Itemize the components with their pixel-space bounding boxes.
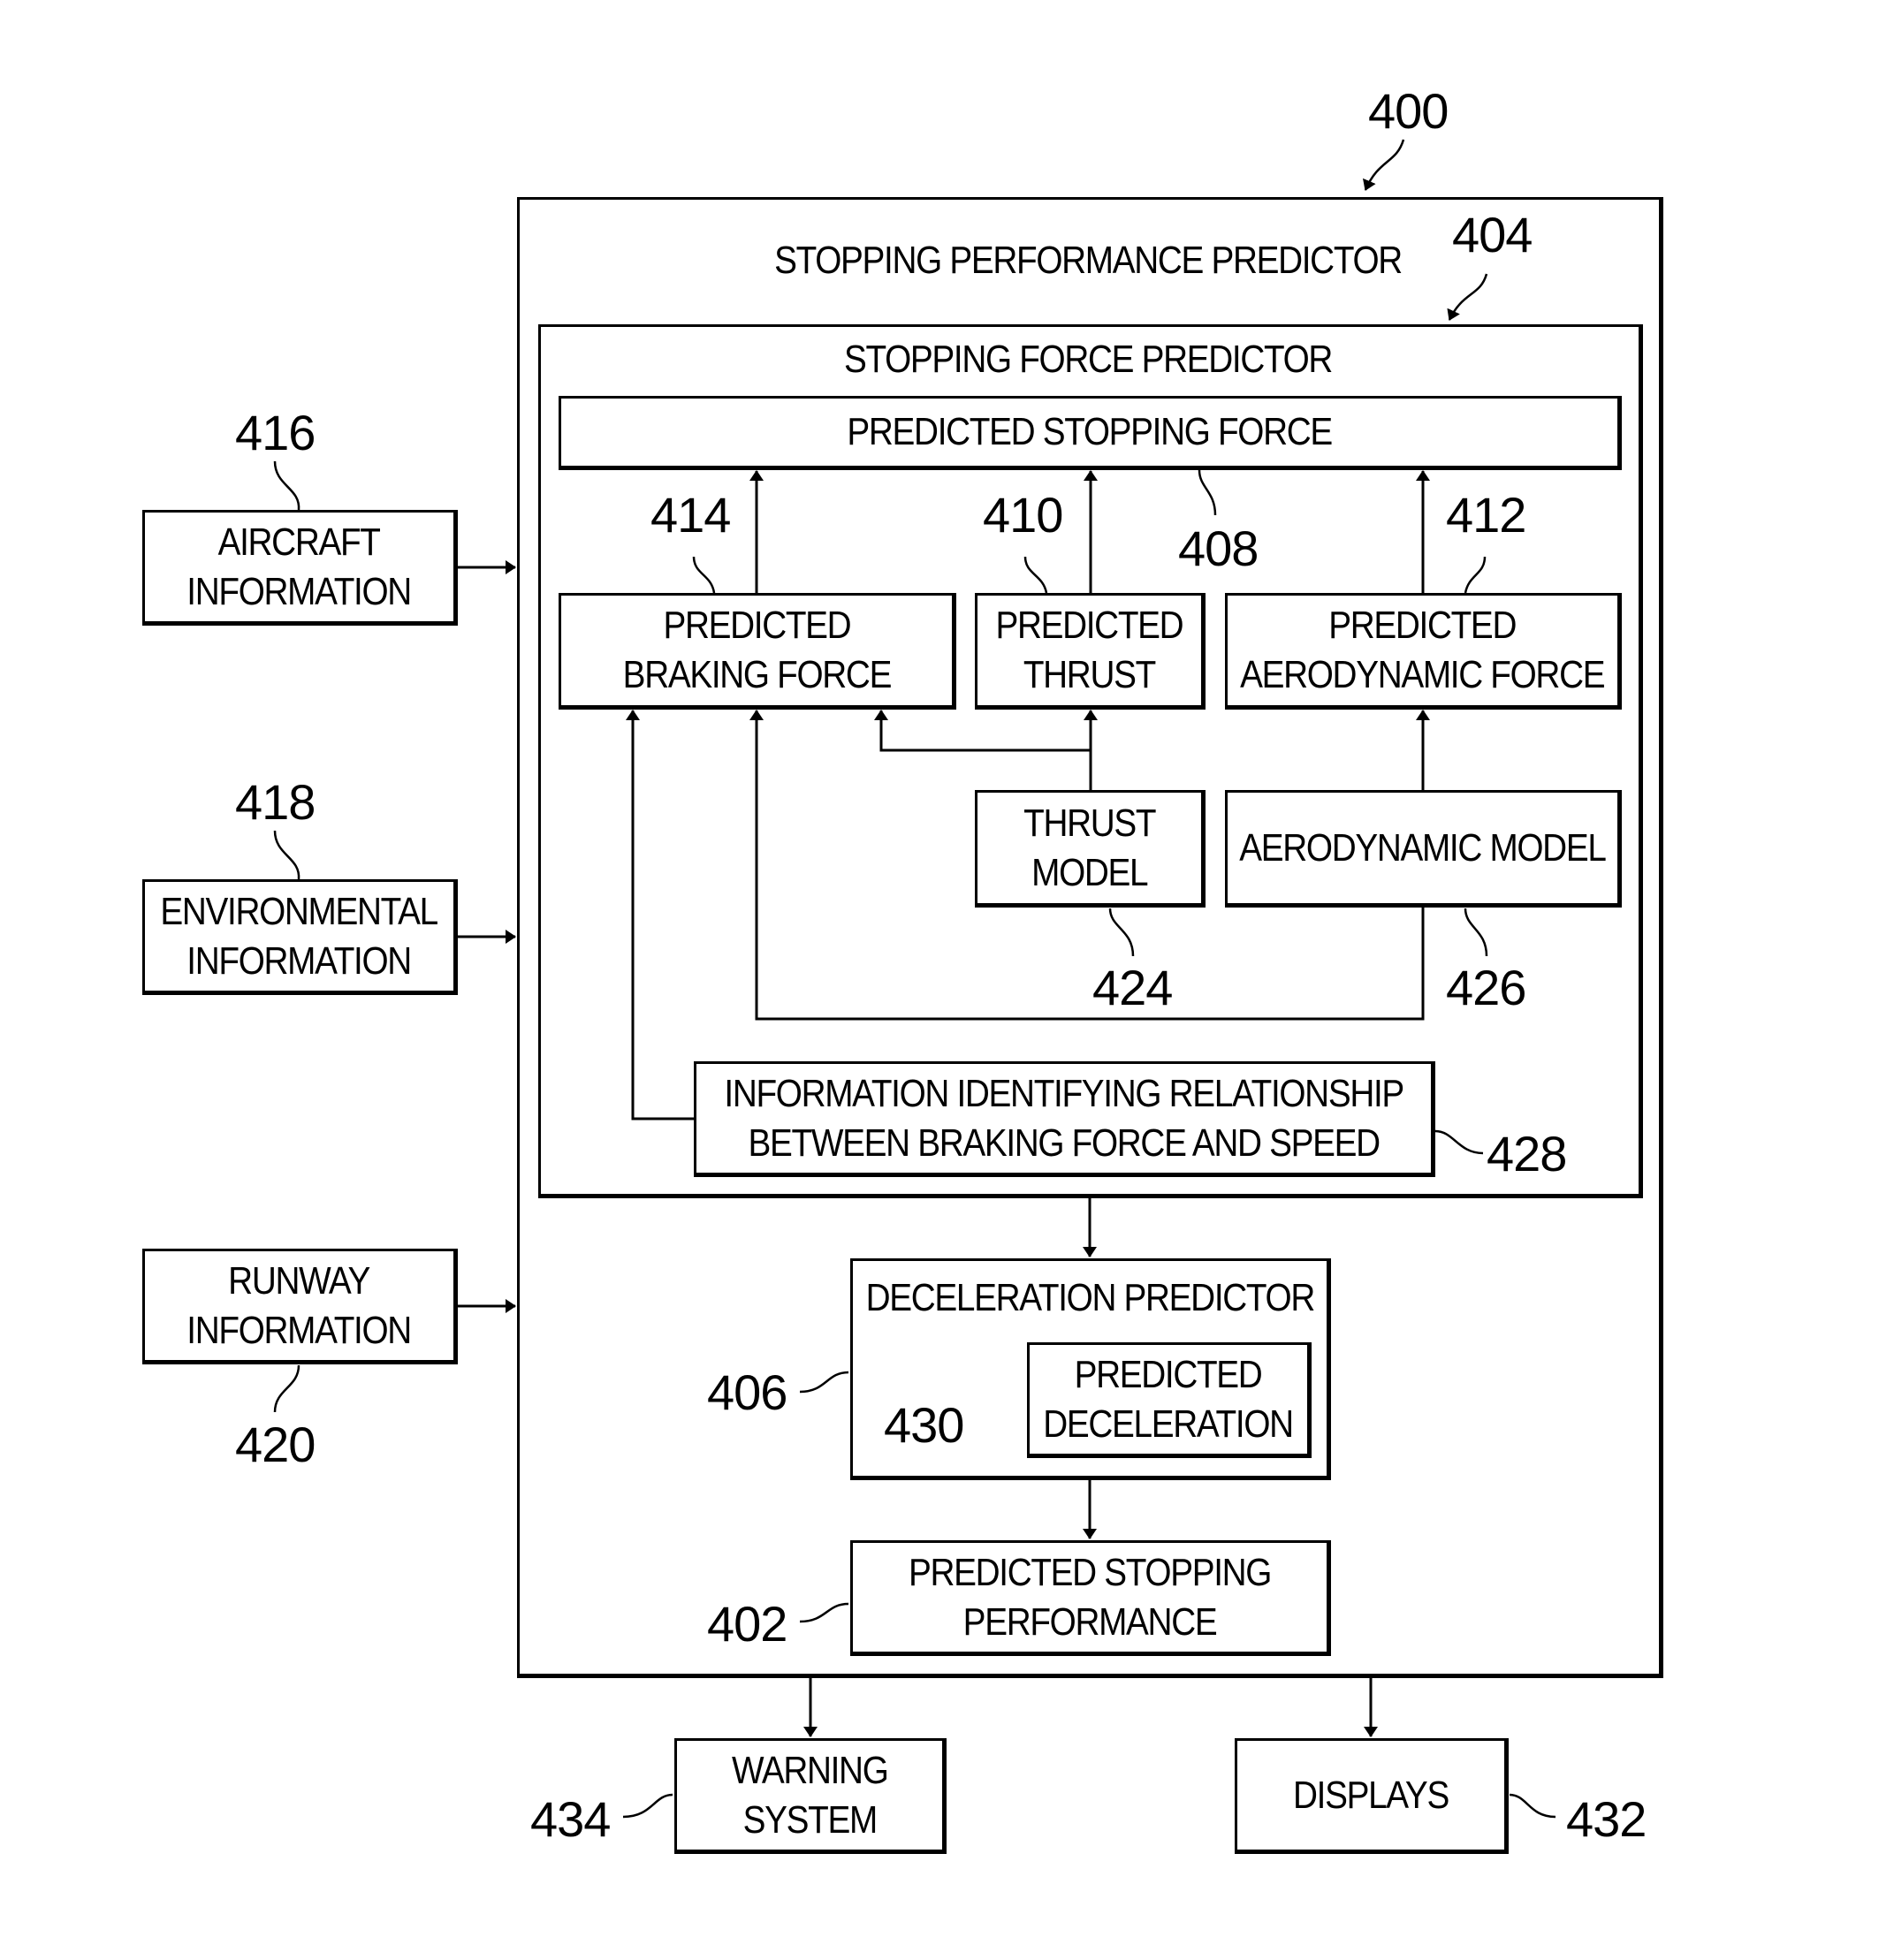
box-line: DECELERATION PREDICTOR — [865, 1276, 1315, 1319]
box-line: INFORMATION — [186, 569, 413, 613]
leader-420 — [273, 1364, 300, 1413]
predicted-stopping-performance-box[interactable]: PREDICTED STOPPING PERFORMANCE — [850, 1540, 1331, 1656]
box-line: AERODYNAMIC MODEL — [1239, 825, 1607, 870]
ref-400: 400 — [1368, 83, 1449, 139]
box-line: PREDICTED — [1075, 1352, 1263, 1396]
box-line: DISPLAYS — [1293, 1773, 1449, 1817]
box-line: WARNING — [731, 1748, 889, 1792]
ref-410: 410 — [983, 487, 1063, 543]
box-line: MODEL — [1031, 850, 1148, 894]
leader-418 — [273, 830, 300, 880]
leader-400 — [1362, 139, 1405, 191]
ref-408: 408 — [1178, 520, 1259, 576]
box-line: ENVIRONMENTAL — [160, 889, 439, 933]
thrust-model-box[interactable]: THRUST MODEL — [975, 790, 1206, 908]
box-line: SYSTEM — [742, 1797, 878, 1842]
box-line: PREDICTED STOPPING — [908, 1550, 1272, 1594]
box-line: AIRCRAFT — [217, 520, 381, 564]
leader-432 — [1509, 1793, 1556, 1819]
ref-432: 432 — [1566, 1791, 1647, 1847]
box-line: INFORMATION — [186, 1308, 413, 1352]
box-line: INFORMATION — [186, 938, 413, 983]
ref-428: 428 — [1487, 1126, 1567, 1181]
ref-402: 402 — [707, 1596, 787, 1652]
leader-416 — [273, 460, 300, 511]
ref-420: 420 — [235, 1417, 316, 1472]
box-line: PREDICTED — [663, 604, 851, 647]
box-line: PREDICTED — [995, 604, 1184, 647]
environmental-information-box[interactable]: ENVIRONMENTAL INFORMATION — [142, 879, 458, 995]
box-line: PREDICTED STOPPING FORCE — [847, 410, 1333, 453]
ref-424: 424 — [1092, 960, 1173, 1015]
ref-404: 404 — [1452, 207, 1533, 262]
runway-information-box[interactable]: RUNWAY INFORMATION — [142, 1249, 458, 1364]
warning-system-box[interactable]: WARNING SYSTEM — [674, 1738, 947, 1854]
aerodynamic-model-box[interactable]: AERODYNAMIC MODEL — [1225, 790, 1622, 908]
aircraft-information-box[interactable]: AIRCRAFT INFORMATION — [142, 510, 458, 626]
ref-406: 406 — [707, 1364, 787, 1420]
ref-434: 434 — [530, 1791, 611, 1847]
box-line: DECELERATION — [1043, 1402, 1295, 1446]
ref-414: 414 — [650, 487, 731, 543]
ref-416: 416 — [235, 405, 316, 460]
predicted-aerodynamic-force-box[interactable]: PREDICTED AERODYNAMIC FORCE — [1225, 593, 1622, 710]
box-line: PREDICTED — [1328, 604, 1517, 647]
ref-430: 430 — [884, 1397, 964, 1453]
displays-box[interactable]: DISPLAYS — [1235, 1738, 1509, 1854]
box-line: RUNWAY — [228, 1258, 371, 1303]
box-line: INFORMATION IDENTIFYING RELATIONSHIP — [724, 1071, 1404, 1115]
box-line: BRAKING FORCE — [622, 653, 892, 696]
box-line: AERODYNAMIC FORCE — [1240, 653, 1605, 696]
stopping-force-predictor-title: STOPPING FORCE PREDICTOR — [843, 338, 1333, 381]
box-line: THRUST — [1023, 653, 1156, 696]
ref-426: 426 — [1446, 960, 1526, 1015]
predicted-braking-force-box[interactable]: PREDICTED BRAKING FORCE — [559, 593, 956, 710]
box-line: THRUST — [1023, 801, 1156, 845]
stopping-performance-predictor-title: STOPPING PERFORMANCE PREDICTOR — [774, 239, 1403, 282]
leader-434 — [622, 1793, 673, 1819]
predicted-deceleration-box[interactable]: PREDICTED DECELERATION — [1027, 1342, 1312, 1458]
predicted-thrust-box[interactable]: PREDICTED THRUST — [975, 593, 1206, 710]
ref-412: 412 — [1446, 487, 1526, 543]
box-line: BETWEEN BRAKING FORCE AND SPEED — [748, 1121, 1381, 1165]
ref-418: 418 — [235, 774, 316, 830]
box-line: PERFORMANCE — [962, 1599, 1218, 1644]
braking-speed-relationship-box[interactable]: INFORMATION IDENTIFYING RELATIONSHIP BETW… — [694, 1061, 1435, 1177]
predicted-stopping-force-box[interactable]: PREDICTED STOPPING FORCE — [559, 396, 1622, 470]
